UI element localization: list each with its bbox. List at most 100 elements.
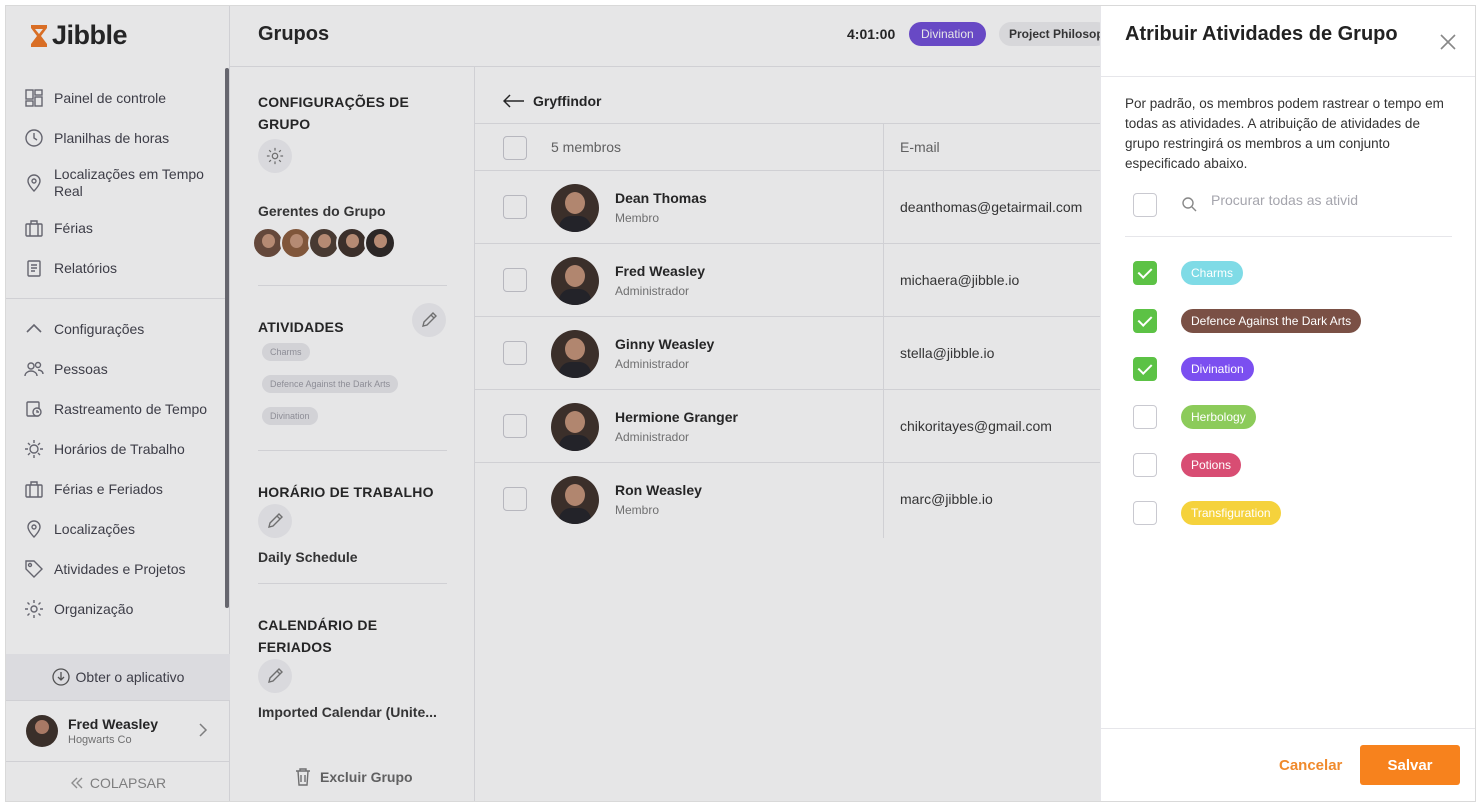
- member-role: Membro: [615, 503, 660, 517]
- row-checkbox[interactable]: [503, 195, 527, 219]
- activity-tag: Potions: [1181, 453, 1242, 477]
- table-row[interactable]: Ron Weasley Membro marc@jibble.io: [475, 463, 1100, 536]
- activity-checkbox[interactable]: [1133, 405, 1157, 429]
- row-checkbox[interactable]: [503, 341, 527, 365]
- pencil-icon: [268, 513, 283, 528]
- drawer-divider: [1101, 76, 1475, 77]
- close-icon[interactable]: [1438, 32, 1458, 52]
- edit-activities-button[interactable]: [412, 303, 446, 337]
- assign-activities-drawer: Atribuir Atividades de Grupo Por padrão,…: [1100, 6, 1475, 801]
- chevron-up-icon: [26, 323, 42, 333]
- activity-checkbox[interactable]: [1133, 309, 1157, 333]
- email-column-header[interactable]: E-mail: [900, 139, 940, 155]
- section-divider: [258, 583, 447, 584]
- timer-display[interactable]: 4:01:00: [847, 26, 895, 42]
- collapse-label: COLAPSAR: [89, 774, 167, 791]
- sidebar-scrollbar[interactable]: [225, 68, 229, 608]
- top-bar: Grupos 4:01:00 Divination Project Philos…: [230, 6, 1109, 67]
- activities-title: ATIVIDADES: [258, 319, 344, 335]
- current-project-chip[interactable]: Project Philosop: [999, 22, 1109, 46]
- location-icon: [27, 520, 41, 538]
- sidebar-item-label: Painel de controle: [54, 90, 167, 106]
- member-role: Administrador: [615, 284, 690, 298]
- drawer-footer: Cancelar Salvar: [1101, 728, 1475, 801]
- time-tracking-icon: [26, 401, 42, 417]
- sidebar-item-label: Relatórios: [54, 260, 118, 276]
- double-chevron-left-icon: [70, 777, 83, 788]
- select-all-activities-checkbox[interactable]: [1133, 193, 1157, 217]
- row-checkbox[interactable]: [503, 414, 527, 438]
- activity-search-input[interactable]: [1211, 192, 1381, 208]
- pencil-icon: [422, 312, 437, 327]
- activity-checkbox[interactable]: [1133, 453, 1157, 477]
- user-profile[interactable]: Fred Weasley Hogwarts Co: [6, 700, 230, 760]
- hourglass-logo-icon: [31, 24, 47, 47]
- sidebar-item-people[interactable]: Pessoas: [6, 349, 230, 389]
- chevron-right-icon: [199, 723, 208, 737]
- row-checkbox[interactable]: [503, 487, 527, 511]
- user-name: Fred Weasley: [68, 715, 159, 732]
- section-divider: [258, 450, 447, 451]
- sidebar-item-dashboard[interactable]: Painel de controle: [6, 78, 230, 118]
- sidebar-item-activities-projects[interactable]: Atividades e Projetos: [6, 549, 230, 589]
- people-icon: [24, 361, 44, 377]
- group-name: Gryffindor: [533, 93, 602, 109]
- group-managers-title: Gerentes do Grupo: [258, 203, 386, 219]
- sidebar-item-timesheets[interactable]: Planilhas de horas: [6, 118, 230, 158]
- current-activity-chip[interactable]: Divination: [909, 22, 986, 46]
- avatar: [551, 403, 599, 451]
- brand-name: Jibble: [52, 20, 128, 50]
- sidebar-item-label: Atividades e Projetos: [54, 561, 186, 577]
- avatar: [551, 476, 599, 524]
- sidebar-item-time-tracking[interactable]: Rastreamento de Tempo: [6, 389, 230, 429]
- sidebar-item-live-locations[interactable]: Localizações em Tempo Real: [6, 158, 230, 208]
- sidebar-item-work-schedules[interactable]: Horários de Trabalho: [6, 429, 230, 469]
- cancel-button[interactable]: Cancelar: [1279, 757, 1342, 774]
- table-row[interactable]: Fred Weasley Administrador michaera@jibb…: [475, 244, 1100, 317]
- activity-checkbox[interactable]: [1133, 357, 1157, 381]
- member-email: stella@jibble.io: [900, 345, 995, 361]
- avatar: [364, 227, 396, 259]
- member-email: deanthomas@getairmail.com: [900, 199, 1083, 215]
- sidebar-item-label: Férias e Feriados: [54, 481, 163, 497]
- user-org: Hogwarts Co: [68, 733, 132, 746]
- logo[interactable]: Jibble: [28, 20, 128, 51]
- table-row[interactable]: Hermione Granger Administrador chikorita…: [475, 390, 1100, 463]
- activity-tag: Divination: [1181, 357, 1254, 381]
- activity-checkbox[interactable]: [1133, 261, 1157, 285]
- report-icon: [27, 260, 41, 277]
- delete-group-button[interactable]: Excluir Grupo: [294, 767, 413, 787]
- sidebar-divider: [6, 298, 230, 299]
- back-to-groups-link[interactable]: Gryffindor: [503, 93, 601, 109]
- table-row[interactable]: Dean Thomas Membro deanthomas@getairmail…: [475, 171, 1100, 244]
- row-checkbox[interactable]: [503, 268, 527, 292]
- members-table-header: 5 membros E-mail: [475, 123, 1100, 171]
- sidebar-item-label: Localizações em Tempo Real: [54, 166, 204, 199]
- activity-tag: Herbology: [1181, 405, 1256, 429]
- edit-calendar-button[interactable]: [258, 659, 292, 693]
- group-managers-avatars[interactable]: [252, 227, 396, 259]
- sidebar-settings-toggle[interactable]: Configurações: [6, 309, 230, 349]
- group-config-button[interactable]: [258, 139, 292, 173]
- sidebar-item-leave[interactable]: Férias: [6, 208, 230, 248]
- sidebar-item-label: Planilhas de horas: [54, 130, 170, 146]
- select-all-members-checkbox[interactable]: [503, 136, 527, 160]
- member-email: michaera@jibble.io: [900, 272, 1020, 288]
- save-button[interactable]: Salvar: [1360, 745, 1460, 785]
- activity-checkbox[interactable]: [1133, 501, 1157, 525]
- holidays-icon: [25, 481, 43, 498]
- member-role: Administrador: [615, 357, 690, 371]
- work-schedule-icon: [25, 440, 43, 458]
- sidebar-item-organization[interactable]: Organização: [6, 589, 230, 629]
- table-row[interactable]: Ginny Weasley Administrador stella@jibbl…: [475, 317, 1100, 390]
- activity-chip: Charms: [262, 343, 310, 361]
- member-role: Membro: [615, 211, 660, 225]
- sidebar-item-holidays[interactable]: Férias e Feriados: [6, 469, 230, 509]
- sidebar-item-reports[interactable]: Relatórios: [6, 248, 230, 288]
- member-name: Dean Thomas: [615, 190, 707, 206]
- get-app-button[interactable]: Obter o aplicativo: [6, 654, 230, 700]
- edit-schedule-button[interactable]: [258, 504, 292, 538]
- collapse-sidebar-button[interactable]: COLAPSAR: [6, 761, 230, 801]
- sidebar-item-locations[interactable]: Localizações: [6, 509, 230, 549]
- member-name: Ron Weasley: [615, 482, 702, 498]
